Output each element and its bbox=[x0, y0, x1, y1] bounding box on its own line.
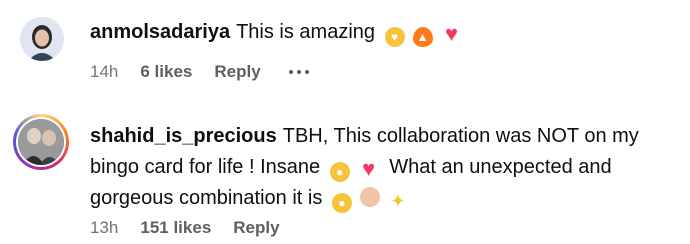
profile-photo-icon bbox=[20, 17, 64, 61]
likes-count[interactable]: 6 likes bbox=[140, 62, 192, 82]
comment-text: This is amazing bbox=[236, 21, 376, 43]
comment-meta: 14h 6 likes Reply bbox=[90, 62, 309, 82]
pink-heart-emoji: ♥ bbox=[445, 21, 459, 46]
avatar[interactable] bbox=[16, 117, 66, 167]
profile-photo-icon bbox=[18, 119, 64, 165]
reply-button[interactable]: Reply bbox=[233, 218, 279, 238]
heart-eyes-emoji: ♥ bbox=[384, 27, 405, 47]
screaming-face-emoji: ● bbox=[329, 162, 350, 182]
hugging-face-emoji: ● bbox=[331, 193, 352, 213]
reply-button[interactable]: Reply bbox=[214, 62, 260, 82]
more-options-icon[interactable] bbox=[288, 70, 309, 74]
sparkles-emoji: ✦ bbox=[390, 191, 406, 211]
comment-meta: 13h 151 likes Reply bbox=[90, 218, 302, 238]
timestamp: 14h bbox=[90, 62, 119, 81]
comment-body: shahid_is_precious TBH, This collaboratio… bbox=[90, 121, 670, 214]
fire-emoji: ▲ bbox=[412, 27, 433, 47]
timestamp: 13h bbox=[90, 218, 119, 237]
pinching-hand-emoji bbox=[359, 187, 380, 207]
avatar[interactable] bbox=[20, 17, 64, 61]
pink-heart-emoji: ♥ bbox=[362, 156, 376, 181]
likes-count[interactable]: 151 likes bbox=[140, 218, 211, 238]
username[interactable]: shahid_is_precious bbox=[90, 125, 277, 147]
comment-body: anmolsadariya This is amazing ♥ ▲ ♥ bbox=[90, 17, 670, 48]
username[interactable]: anmolsadariya bbox=[90, 21, 230, 43]
